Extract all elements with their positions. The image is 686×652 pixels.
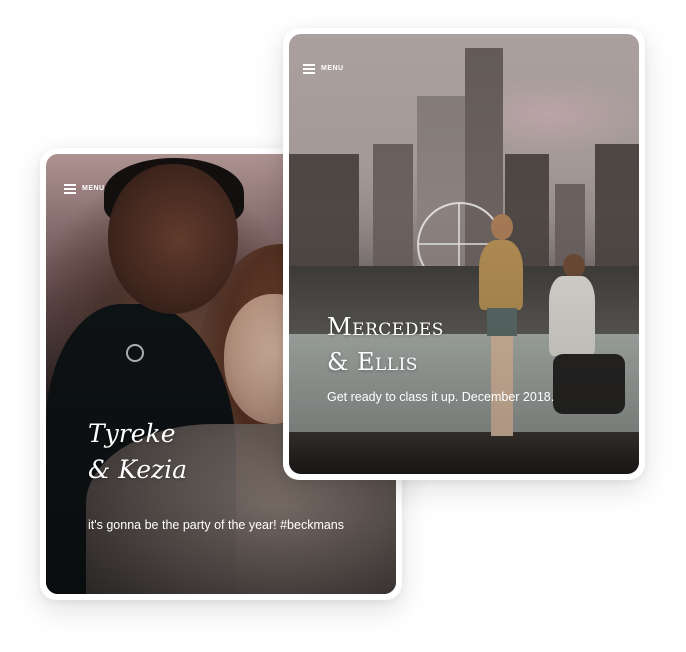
title-line-1: Tyreke xyxy=(88,419,176,448)
menu-label: MENU xyxy=(321,65,344,72)
couple-names-title: Mercedes & Ellis xyxy=(327,310,444,380)
title-line-2: & Ellis xyxy=(327,348,418,376)
tagline: it's gonna be the party of the year! #be… xyxy=(88,518,345,532)
photo-city-proposal: MENU Mercedes & Ellis Get ready to class… xyxy=(289,34,639,474)
menu-button[interactable]: MENU xyxy=(64,184,105,194)
hamburger-menu-icon xyxy=(303,64,315,74)
couple-names-title: Tyreke & Kezia xyxy=(88,416,187,488)
menu-button[interactable]: MENU xyxy=(303,64,344,74)
title-line-2: & Kezia xyxy=(88,455,188,484)
title-line-1: Mercedes xyxy=(327,313,444,341)
hamburger-menu-icon xyxy=(64,184,76,194)
photo-overlay xyxy=(289,34,639,474)
tagline: Get ready to class it up. December 2018. xyxy=(327,390,555,404)
wedding-site-preview-mercedes-ellis[interactable]: MENU Mercedes & Ellis Get ready to class… xyxy=(283,28,645,480)
menu-label: MENU xyxy=(82,185,105,192)
